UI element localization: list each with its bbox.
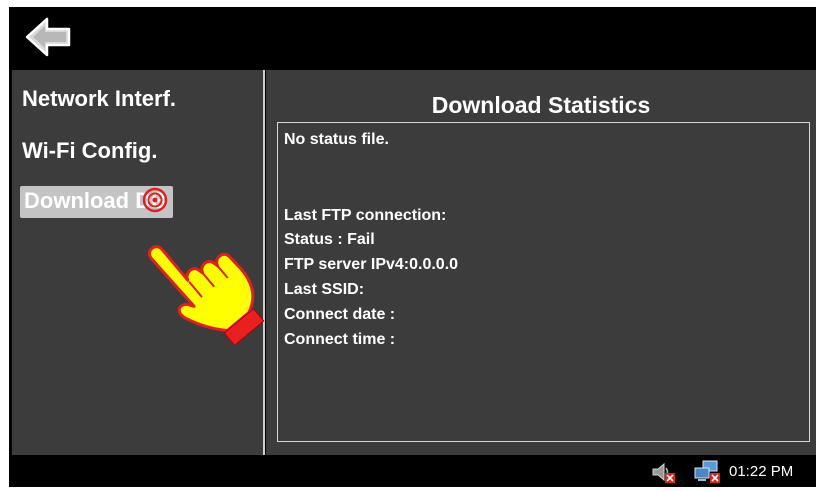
status-line: Last SSID: [284,281,365,298]
status-line: FTP server IPv4:0.0.0.0 [284,256,459,273]
sidebar-item-network-interf[interactable]: Network Interf. [22,86,176,112]
taskbar-clock: 01:22 PM [729,463,794,480]
page-title: Download Statistics [431,92,651,118]
sidebar-item-download-db[interactable]: Download DB [20,186,173,218]
sidebar: Network Interf. Wi-Fi Config. Download D… [12,70,265,455]
status-line: Connect date : [284,306,396,323]
status-box: No status file. Last FTP connection: Sta… [277,122,810,442]
sidebar-item-wifi-config[interactable]: Wi-Fi Config. [22,138,157,164]
main-panel: Download Statistics No status file. Last… [266,70,816,455]
status-line: Status : Fail [284,231,375,248]
back-arrow-icon [25,17,71,57]
status-line: Last FTP connection: [284,207,447,224]
back-button[interactable] [23,11,75,63]
status-line: No status file. [284,131,389,148]
network-disconnected-icon[interactable] [693,460,723,484]
taskbar: 01:22 PM [9,456,816,487]
top-bar [9,7,816,69]
device-screen: Network Interf. Wi-Fi Config. Download D… [9,7,816,487]
speaker-muted-icon[interactable] [650,460,678,484]
status-line: Connect time : [284,331,396,348]
